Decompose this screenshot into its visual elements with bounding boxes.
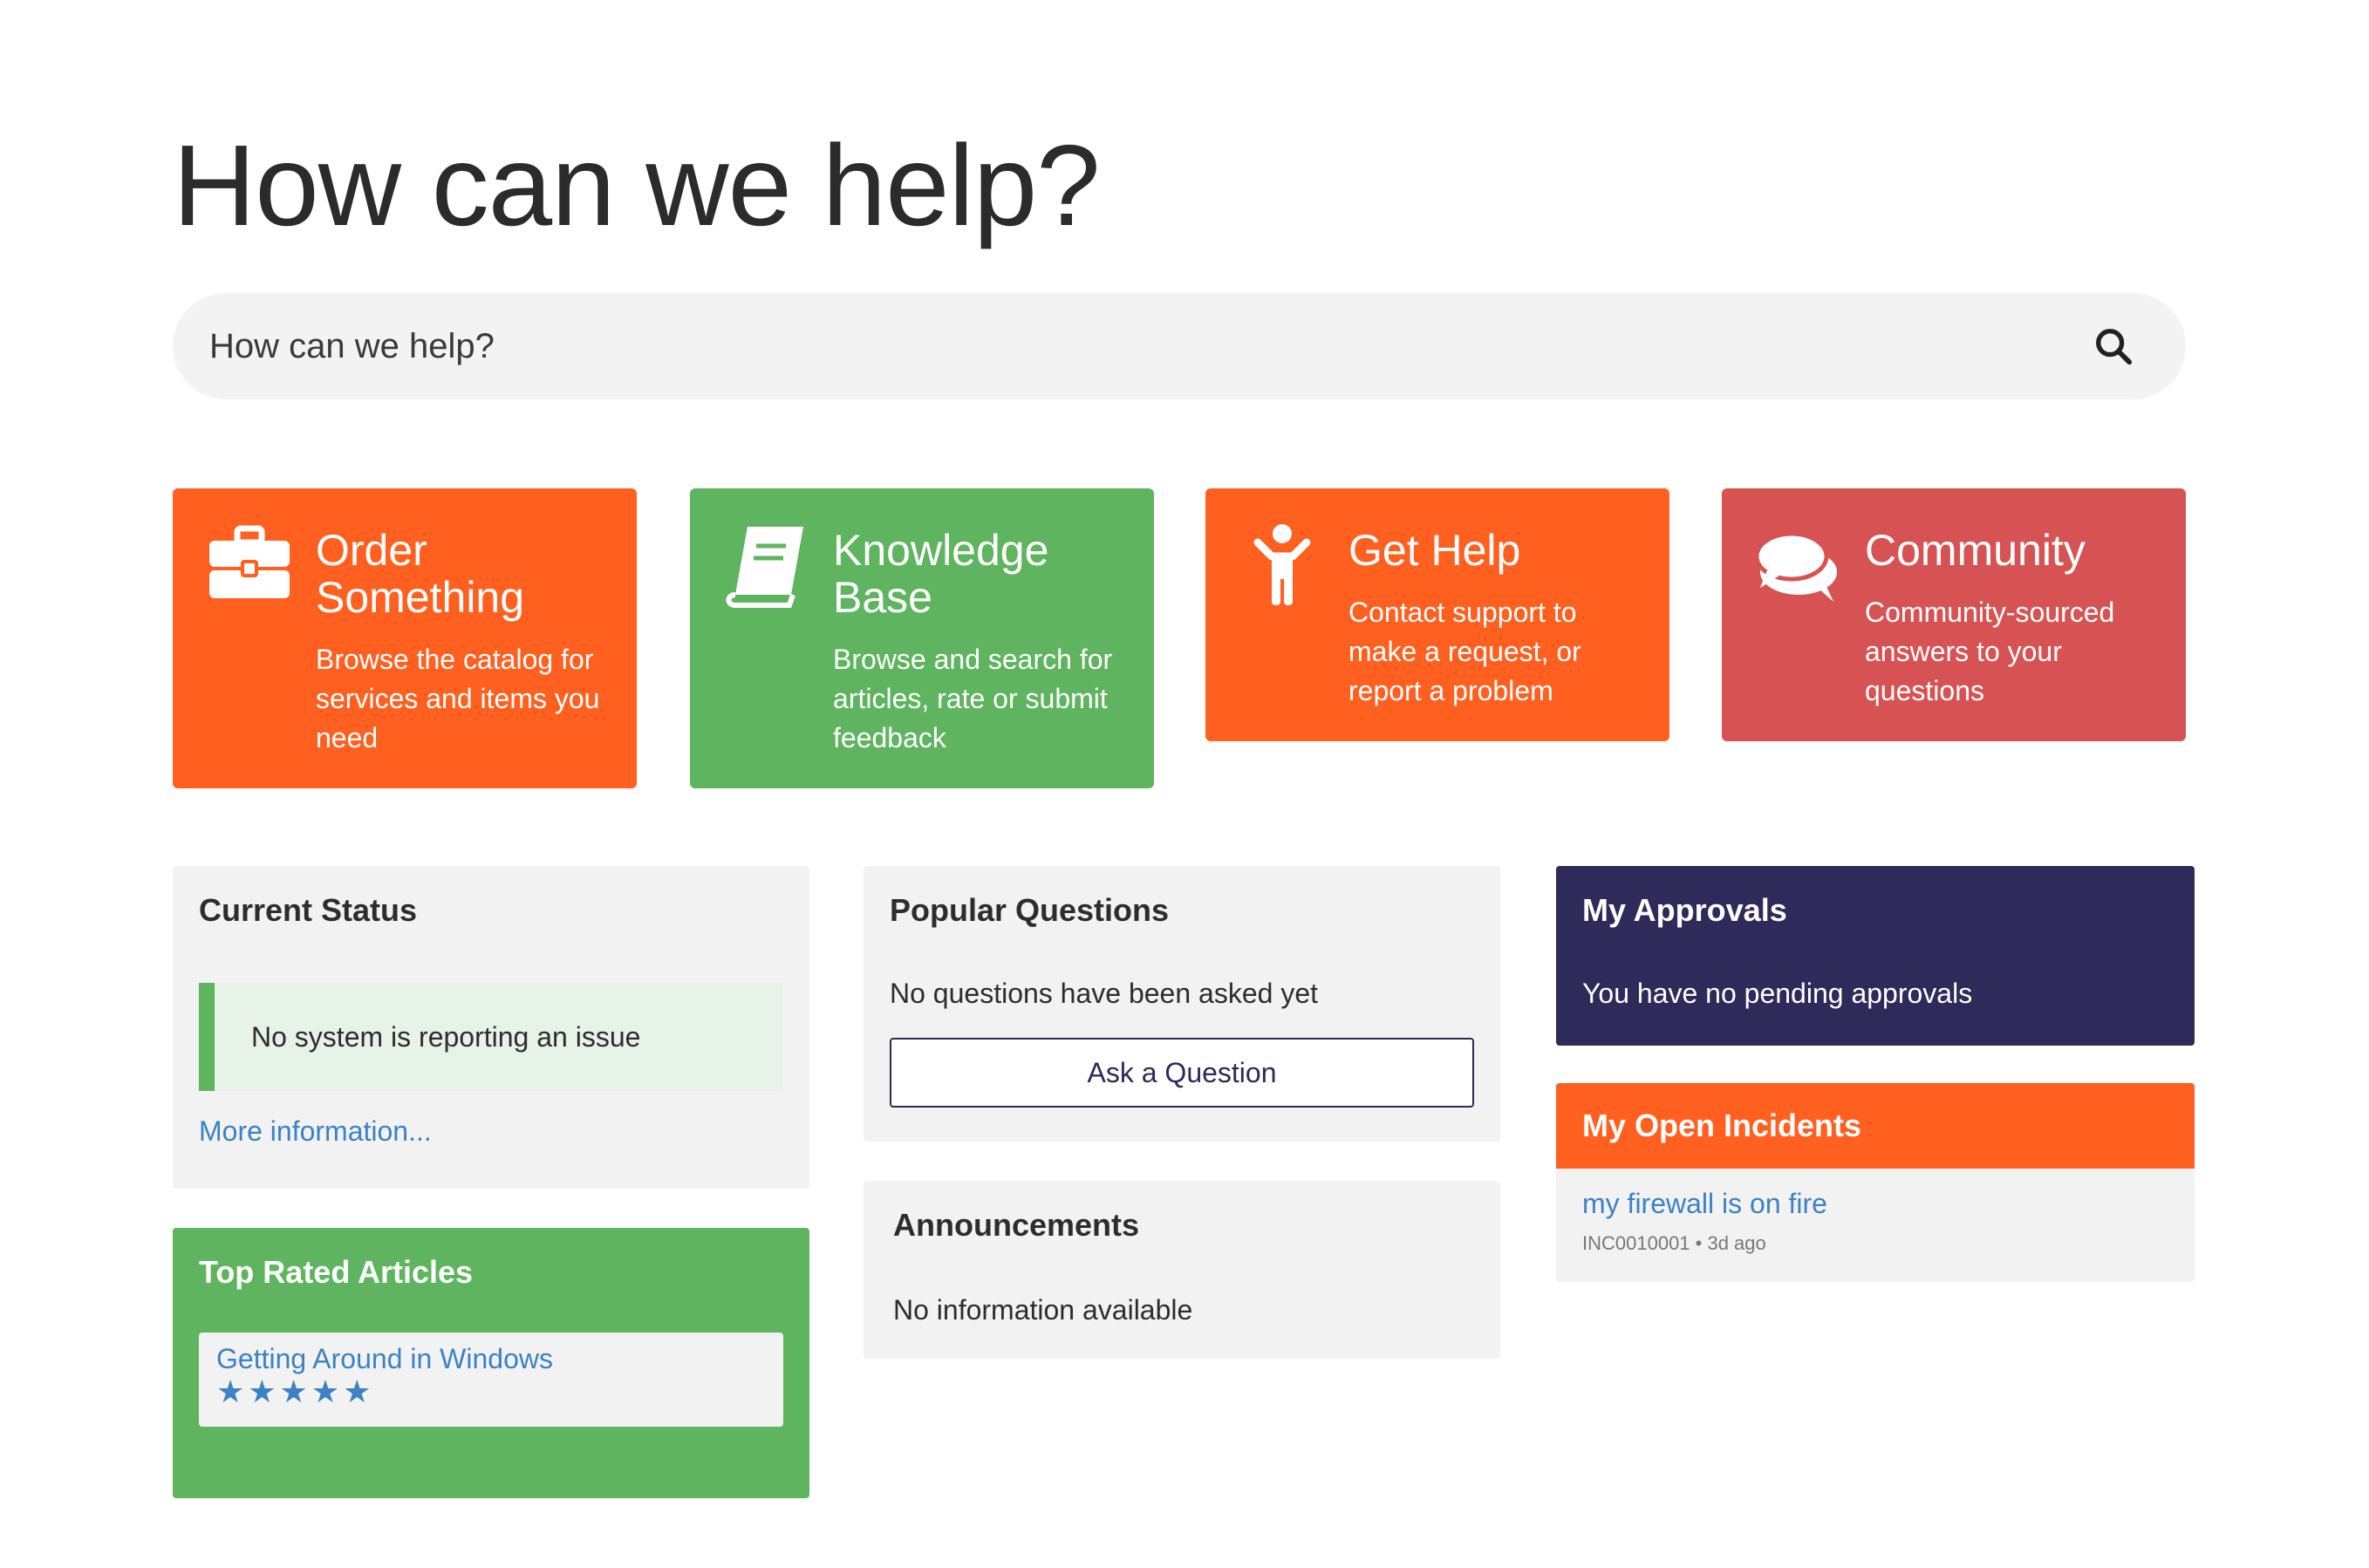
book-icon [726,527,803,608]
tile-content: Community Community-sourced answers to y… [1865,522,2154,710]
panel-title: Current Status [199,892,418,928]
ask-question-button[interactable]: Ask a Question [890,1038,1474,1108]
panel-title: Announcements [893,1207,1140,1243]
search-bar [173,293,2186,399]
approvals-message: You have no pending approvals [1582,978,1973,1009]
my-open-incidents-panel: My Open Incidents my firewall is on fire… [1556,1083,2195,1282]
list-item[interactable]: my firewall is on fire INC0010001 • 3d a… [1556,1169,2195,1274]
panel-title: Top Rated Articles [199,1254,474,1290]
tile-description: Contact support to make a request, or re… [1348,597,1581,706]
tile-title: Knowledge Base [833,526,1049,622]
star-rating: ★★★★★ [216,1374,375,1409]
person-icon [1253,524,1311,605]
tile-description: Browse the catalog for services and item… [316,644,600,753]
tile-title: Community [1865,526,2086,575]
popular-questions-panel: Popular Questions No questions have been… [864,866,1500,1142]
my-approvals-panel: My Approvals You have no pending approva… [1556,866,2195,1046]
article-link[interactable]: Getting Around in Windows [216,1343,553,1374]
announcements-message: No information available [893,1294,1193,1326]
tile-description: Browse and search for articles, rate or … [833,644,1113,753]
tile-content: Knowledge Base Browse and search for art… [833,522,1123,757]
incident-meta: INC0010001 • 3d ago [1582,1232,1766,1254]
search-input[interactable] [209,326,1954,366]
more-information-link[interactable]: More information... [199,1115,432,1148]
search-icon[interactable] [2093,326,2133,366]
portal-page: How can we help? Order Something Browse … [0,0,2369,1568]
article-card[interactable]: Getting Around in Windows ★★★★★ [199,1333,783,1427]
tile-title: Order Something [316,526,525,622]
popular-questions-message: No questions have been asked yet [890,978,1318,1009]
panel-title: Popular Questions [890,892,1170,928]
tile-community[interactable]: Community Community-sourced answers to y… [1722,488,2186,741]
tile-order-something[interactable]: Order Something Browse the catalog for s… [173,488,637,788]
current-status-panel: Current Status No system is reporting an… [173,866,809,1189]
briefcase-icon [209,525,290,598]
status-message: No system is reporting an issue [199,983,783,1091]
panel-title: My Approvals [1582,892,1787,928]
tile-knowledge-base[interactable]: Knowledge Base Browse and search for art… [690,488,1154,788]
top-rated-articles-panel: Top Rated Articles Getting Around in Win… [173,1228,809,1498]
panel-title: My Open Incidents [1582,1108,1862,1143]
tile-get-help[interactable]: Get Help Contact support to make a reque… [1205,488,1669,741]
tile-description: Community-sourced answers to your questi… [1865,597,2115,706]
tile-title: Get Help [1348,526,1521,575]
chat-bubbles-icon [1755,531,1837,602]
page-title: How can we help? [173,121,1101,249]
incident-link[interactable]: my firewall is on fire [1582,1188,1827,1219]
incidents-header: My Open Incidents [1556,1083,2195,1169]
announcements-panel: Announcements No information available [864,1181,1500,1359]
tile-content: Order Something Browse the catalog for s… [316,522,605,757]
tile-content: Get Help Contact support to make a reque… [1348,522,1638,710]
